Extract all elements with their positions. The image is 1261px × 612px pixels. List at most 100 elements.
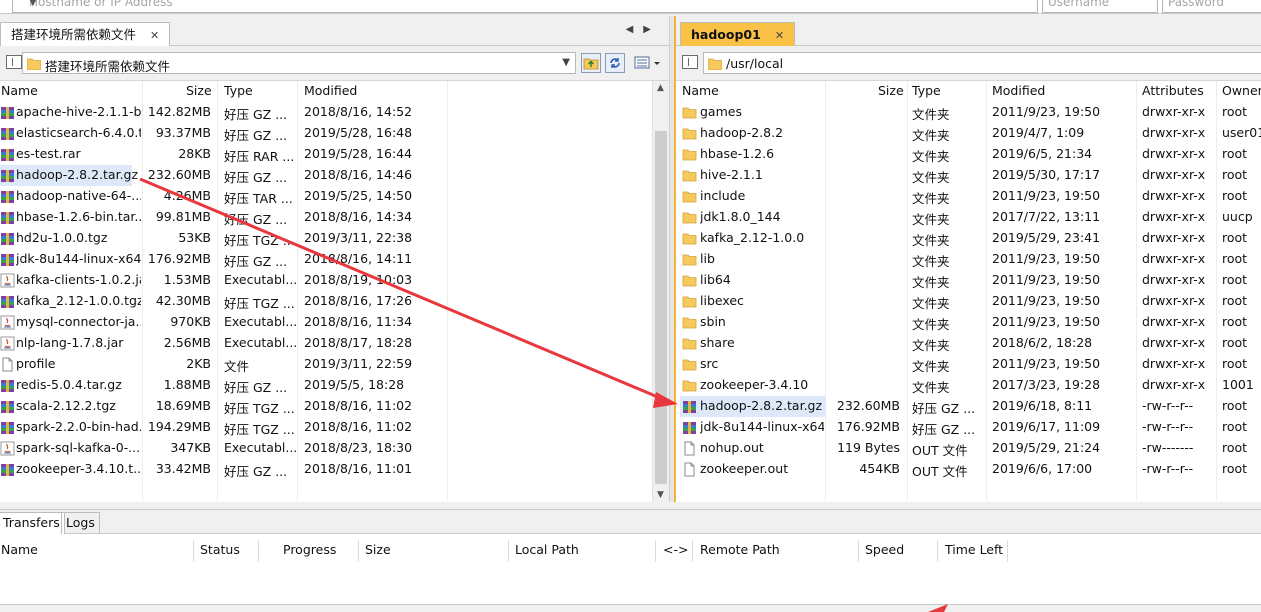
close-icon[interactable]: ✕ xyxy=(775,29,784,42)
file-row[interactable]: kafka_2.12-1.0.0 文件夹 2019/5/29, 23:41 drwxr… xyxy=(676,228,1261,249)
file-row[interactable]: zookeeper.out 454KB OUT 文件 2019/6/6, 17:00 -… xyxy=(676,459,1261,480)
file-row[interactable]: src 文件夹 2011/9/23, 19:50 drwxr-xr-x root xyxy=(676,354,1261,375)
file-row[interactable]: apache-hive-2.1.1-b... 142.82MB 好压 GZ ... 2… xyxy=(0,102,669,123)
column-direction[interactable]: <-> xyxy=(663,542,688,557)
column-speed[interactable]: Speed xyxy=(865,542,904,557)
refresh-button[interactable] xyxy=(605,53,625,73)
cell-attributes: drwxr-xr-x xyxy=(1142,104,1206,119)
tab-logs[interactable]: Logs xyxy=(61,512,100,534)
cell-name: redis-5.0.4.tar.gz xyxy=(16,377,122,392)
column-divider xyxy=(858,540,859,562)
file-row[interactable]: lib 文件夹 2011/9/23, 19:50 drwxr-xr-x root xyxy=(676,249,1261,270)
local-scrollbar[interactable]: ▲ ▼ xyxy=(652,81,669,502)
file-row[interactable]: kafka_2.12-1.0.0.tgz 42.30MB 好压 TGZ ... 201… xyxy=(0,291,669,312)
cell-modified: 2018/8/16, 14:52 xyxy=(304,104,413,119)
tab-transfers[interactable]: Transfers xyxy=(0,512,65,534)
chevron-down-icon[interactable]: ▼ xyxy=(29,0,1034,8)
file-row[interactable]: zookeeper-3.4.10 文件夹 2017/3/23, 19:28 drwxr… xyxy=(676,375,1261,396)
tab-local-folder[interactable]: 搭建环境所需依赖文件 ✕ xyxy=(0,22,171,46)
remote-file-list[interactable]: Name Size Type Modified Attributes Owner… xyxy=(676,80,1261,502)
cell-modified: 2018/8/16, 11:02 xyxy=(304,419,413,434)
scroll-down-icon[interactable]: ▼ xyxy=(657,490,664,500)
cell-name: zookeeper-3.4.10 xyxy=(700,377,809,392)
remote-path-input[interactable]: /usr/local xyxy=(703,52,1261,74)
file-row[interactable]: hadoop-2.8.2.tar.gz 232.60MB 好压 GZ ... 2019… xyxy=(676,396,1261,417)
password-input[interactable]: Password xyxy=(1162,0,1261,13)
column-modified[interactable]: Modified xyxy=(304,83,357,98)
column-size[interactable]: Size xyxy=(365,542,391,557)
column-status[interactable]: Status xyxy=(200,542,240,557)
folder-icon xyxy=(27,58,41,70)
tab-hadoop01[interactable]: hadoop01 ✕ xyxy=(680,22,796,46)
cell-name: hadoop-2.8.2.tar.gz xyxy=(16,167,139,182)
cell-name: src xyxy=(700,356,719,371)
file-row[interactable]: jdk1.8.0_144 文件夹 2017/7/22, 13:11 drwxr-xr-… xyxy=(676,207,1261,228)
file-row[interactable]: hadoop-2.8.2 文件夹 2019/4/7, 1:09 drwxr-xr-x u… xyxy=(676,123,1261,144)
column-type[interactable]: Type xyxy=(912,83,941,98)
file-row[interactable]: share 文件夹 2018/6/2, 18:28 drwxr-xr-x root xyxy=(676,333,1261,354)
column-name[interactable]: Name xyxy=(1,83,38,98)
scroll-up-icon[interactable]: ▲ xyxy=(657,83,664,93)
file-row[interactable]: profile 2KB 文件 2019/3/11, 22:59 xyxy=(0,354,669,375)
cell-attributes: drwxr-xr-x xyxy=(1142,356,1206,371)
parent-folder-button[interactable] xyxy=(581,53,601,73)
column-divider xyxy=(193,540,194,562)
username-input[interactable]: Username xyxy=(1042,0,1158,13)
column-type[interactable]: Type xyxy=(224,83,253,98)
file-row[interactable]: hbase-1.2.6 文件夹 2019/6/5, 21:34 drwxr-xr-x r… xyxy=(676,144,1261,165)
scroll-thumb[interactable] xyxy=(655,131,667,484)
cell-name: jdk1.8.0_144 xyxy=(700,209,781,224)
tab-scroll-arrows-icon[interactable]: ◀▶ xyxy=(626,24,661,35)
cell-modified: 2019/6/5, 21:34 xyxy=(992,146,1093,161)
file-row[interactable]: games 文件夹 2011/9/23, 19:50 drwxr-xr-x root xyxy=(676,102,1261,123)
file-row[interactable]: scala-2.12.2.tgz 18.69MB 好压 TGZ ... 2018/8/… xyxy=(0,396,669,417)
file-row[interactable]: hadoop-2.8.2.tar.gz 232.60MB 好压 GZ ... 2018… xyxy=(0,165,669,186)
cell-modified: 2018/8/16, 11:01 xyxy=(304,461,413,476)
chevron-down-icon[interactable]: ▼ xyxy=(562,57,570,68)
file-row[interactable]: elasticsearch-6.4.0.t... 93.37MB 好压 GZ ...… xyxy=(0,123,669,144)
file-row[interactable]: hd2u-1.0.0.tgz 53KB 好压 TGZ ... 2019/3/11, 2… xyxy=(0,228,669,249)
file-row[interactable]: include 文件夹 2011/9/23, 19:50 drwxr-xr-x root xyxy=(676,186,1261,207)
column-owner[interactable]: Owner xyxy=(1222,83,1261,98)
tree-view-icon[interactable] xyxy=(6,55,22,69)
column-name[interactable]: Name xyxy=(1,542,38,557)
column-attributes[interactable]: Attributes xyxy=(1142,83,1204,98)
view-mode-button[interactable] xyxy=(632,53,664,73)
file-row[interactable]: jdk-8u144-linux-x64... 176.92MB 好压 GZ ... 2… xyxy=(0,249,669,270)
file-row[interactable]: spark-2.2.0-bin-had... 194.29MB 好压 TGZ ...… xyxy=(0,417,669,438)
file-row[interactable]: mysql-connector-ja... 970KB Executabl... 20… xyxy=(0,312,669,333)
file-row[interactable]: sbin 文件夹 2011/9/23, 19:50 drwxr-xr-x root xyxy=(676,312,1261,333)
file-row[interactable]: nohup.out 119 Bytes OUT 文件 2019/5/29, 21:24… xyxy=(676,438,1261,459)
file-row[interactable]: spark-sql-kafka-0-... 347KB Executabl... 20… xyxy=(0,438,669,459)
file-row[interactable]: es-test.rar 28KB 好压 RAR ... 2019/5/28, 16:4… xyxy=(0,144,669,165)
local-path-input[interactable]: 搭建环境所需依赖文件 ▼ xyxy=(22,52,576,74)
column-time-left[interactable]: Time Left xyxy=(945,542,1003,557)
column-local-path[interactable]: Local Path xyxy=(515,542,579,557)
file-row[interactable]: hive-2.1.1 文件夹 2019/5/30, 17:17 drwxr-xr-x r… xyxy=(676,165,1261,186)
file-row[interactable]: hbase-1.2.6-bin.tar.... 99.81MB 好压 GZ ... 2… xyxy=(0,207,669,228)
host-input[interactable]: Hostname or IP Address ▼ xyxy=(12,0,1038,13)
file-row[interactable]: libexec 文件夹 2011/9/23, 19:50 drwxr-xr-x root xyxy=(676,291,1261,312)
local-file-list[interactable]: Name Size Type Modified ⌃ apache-hive-2.… xyxy=(0,80,669,502)
column-remote-path[interactable]: Remote Path xyxy=(700,542,780,557)
cell-type: 好压 GZ ... xyxy=(224,170,288,185)
file-row[interactable]: redis-5.0.4.tar.gz 1.88MB 好压 GZ ... 2019/5/… xyxy=(0,375,669,396)
file-row[interactable]: zookeeper-3.4.10.t... 33.42MB 好压 GZ ... 201… xyxy=(0,459,669,480)
column-modified[interactable]: Modified xyxy=(992,83,1045,98)
file-row[interactable]: jdk-8u144-linux-x64... 176.92MB 好压 GZ ... 2… xyxy=(676,417,1261,438)
folder-icon xyxy=(708,58,722,70)
close-icon[interactable]: ✕ xyxy=(150,29,159,42)
column-size[interactable]: Size xyxy=(186,83,212,98)
column-progress[interactable]: Progress xyxy=(283,542,336,557)
cell-size: 347KB xyxy=(170,440,211,455)
file-row[interactable]: lib64 文件夹 2011/9/23, 19:50 drwxr-xr-x root xyxy=(676,270,1261,291)
folder-icon xyxy=(682,126,697,141)
file-row[interactable]: kafka-clients-1.0.2.jar 1.53MB Executabl..… xyxy=(0,270,669,291)
tree-view-icon[interactable] xyxy=(682,55,698,69)
column-name[interactable]: Name xyxy=(682,83,719,98)
file-row[interactable]: hadoop-native-64-... 4.26MB 好压 TAR ... 2019… xyxy=(0,186,669,207)
file-row[interactable]: nlp-lang-1.7.8.jar 2.56MB Executabl... 2018… xyxy=(0,333,669,354)
column-size[interactable]: Size xyxy=(878,83,904,98)
cell-size: 1.88MB xyxy=(163,377,211,392)
java-icon xyxy=(0,336,15,351)
